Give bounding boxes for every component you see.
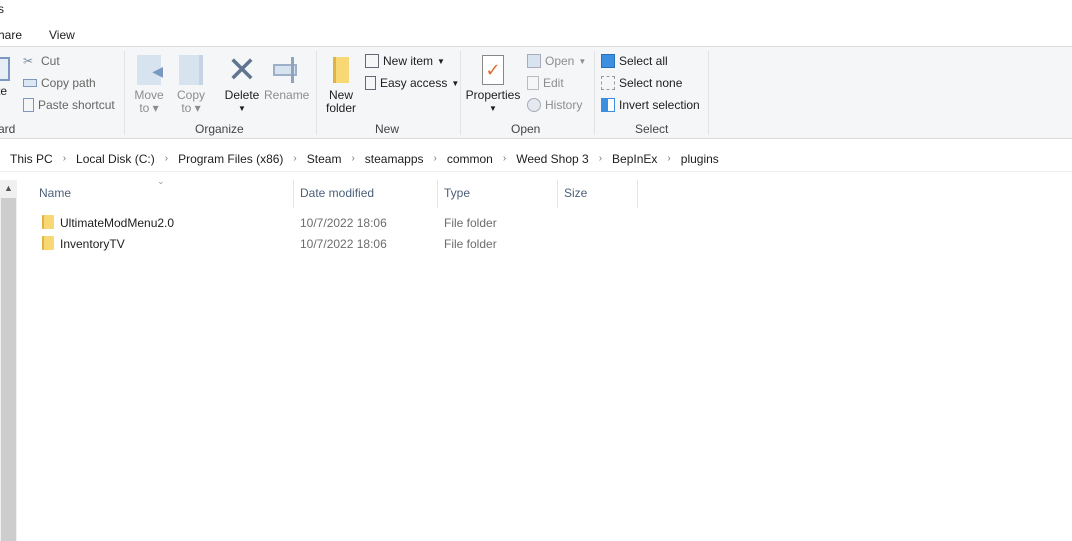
copy-to-label-2: to [181, 101, 192, 115]
select-group-label: Select [635, 122, 669, 136]
column-name[interactable]: Name [39, 186, 71, 200]
file-row[interactable]: UltimateModMenu2.0 10/7/2022 18:06 File … [38, 212, 638, 233]
paste-shortcut-button[interactable]: Paste shortcut [23, 98, 115, 112]
ribbon: te ✂ Cut Copy path Paste shortcut ard ◀ M… [0, 46, 1072, 139]
chevron-right-icon[interactable]: › [157, 153, 176, 164]
chevron-right-icon[interactable]: › [495, 153, 514, 164]
new-folder-button[interactable]: New folder [322, 57, 360, 115]
select-all-button[interactable]: Select all [601, 54, 668, 68]
invert-selection-label: Invert selection [619, 98, 700, 112]
chevron-right-icon[interactable]: › [55, 153, 74, 164]
move-to-label-2: to [139, 101, 150, 115]
history-button[interactable]: History [527, 98, 582, 112]
folder-icon [333, 57, 349, 83]
scrollbar-thumb[interactable] [1, 198, 16, 541]
copy-to-icon [179, 55, 203, 85]
clipboard-icon [0, 57, 10, 81]
easy-access-button[interactable]: Easy access ▼ [365, 76, 459, 90]
crumb-local-disk[interactable]: Local Disk (C:) [74, 152, 157, 166]
tab-share[interactable]: hare [0, 28, 22, 42]
crumb-plugins[interactable]: plugins [679, 152, 721, 166]
open-label: Open [545, 54, 575, 68]
tab-view[interactable]: View [49, 28, 75, 42]
open-group-label: Open [511, 122, 541, 136]
chevron-right-icon[interactable]: › [426, 153, 445, 164]
scissors-icon: ✂ [23, 54, 34, 68]
new-group-label: New [375, 122, 400, 136]
column-date-modified[interactable]: Date modified [300, 186, 374, 200]
crumb-steam[interactable]: Steam [305, 152, 344, 166]
column-type[interactable]: Type [444, 186, 470, 200]
crumb-program-files[interactable]: Program Files (x86) [176, 152, 285, 166]
crumb-weed-shop-3[interactable]: Weed Shop 3 [514, 152, 591, 166]
scroll-up-icon[interactable]: ▲ [4, 183, 13, 193]
open-icon [527, 54, 541, 68]
properties-label: Properties [465, 88, 521, 102]
chevron-right-icon[interactable]: › [285, 153, 304, 164]
invert-selection-button[interactable]: Invert selection [601, 98, 700, 112]
vertical-scrollbar[interactable]: ▲ [0, 180, 17, 541]
select-none-icon [601, 76, 615, 90]
rename-button[interactable]: Rename [264, 55, 310, 102]
copy-to-button[interactable]: Copy to ▾ [175, 55, 207, 115]
copy-path-label: Copy path [41, 76, 96, 90]
paste-shortcut-icon [23, 98, 34, 112]
edit-label: Edit [543, 76, 564, 90]
file-type: File folder [444, 216, 497, 230]
cut-button[interactable]: ✂ Cut [23, 54, 60, 68]
select-none-button[interactable]: Select none [601, 76, 682, 90]
history-label: History [545, 98, 583, 112]
crumb-bepinex[interactable]: BepInEx [610, 152, 659, 166]
paste-label: te [0, 84, 7, 98]
file-type: File folder [444, 237, 497, 251]
open-button[interactable]: Open ▼ [527, 54, 586, 68]
folder-icon [42, 236, 54, 250]
organize-group-label: Organize [195, 122, 244, 136]
crumb-steamapps[interactable]: steamapps [363, 152, 426, 166]
file-name: UltimateModMenu2.0 [60, 216, 175, 230]
chevron-right-icon[interactable]: › [659, 153, 678, 164]
delete-x-icon: ✕ [226, 49, 258, 90]
folder-icon [42, 215, 54, 229]
copy-path-button[interactable]: Copy path [23, 76, 96, 90]
easy-access-label: Easy access [380, 76, 448, 90]
crumb-this-pc[interactable]: This PC [8, 152, 55, 166]
window-title: s [0, 2, 4, 16]
sort-chevron-icon: ⌄ [157, 176, 165, 186]
crumb-common[interactable]: common [445, 152, 495, 166]
properties-button[interactable]: ✓ Properties ▼ [465, 55, 521, 115]
file-row[interactable]: InventoryTV 10/7/2022 18:06 File folder [38, 233, 638, 254]
new-item-icon [365, 54, 379, 68]
move-to-button[interactable]: ◀ Move to ▾ [133, 55, 165, 115]
new-folder-label-2: folder [325, 101, 357, 115]
delete-button[interactable]: ✕ Delete ▼ [222, 49, 262, 115]
file-name: InventoryTV [60, 237, 125, 251]
chevron-right-icon[interactable]: › [343, 153, 362, 164]
edit-icon [527, 76, 539, 90]
invert-selection-icon [601, 98, 615, 112]
history-icon [527, 98, 541, 112]
rename-icon [271, 55, 301, 85]
properties-check-icon: ✓ [482, 55, 504, 85]
move-to-icon: ◀ [137, 55, 163, 85]
column-size[interactable]: Size [564, 186, 587, 200]
new-item-label: New item [383, 54, 434, 68]
copy-path-icon [23, 79, 37, 87]
easy-access-icon [365, 76, 376, 90]
cut-label: Cut [41, 54, 60, 68]
select-none-label: Select none [619, 76, 683, 90]
chevron-right-icon[interactable]: › [591, 153, 610, 164]
clipboard-group-label: ard [0, 122, 16, 136]
file-date: 10/7/2022 18:06 [300, 237, 387, 251]
paste-button[interactable]: te [0, 57, 12, 98]
edit-button[interactable]: Edit [527, 76, 564, 90]
paste-shortcut-label: Paste shortcut [38, 98, 115, 112]
rename-label: Rename [264, 88, 310, 102]
breadcrumb[interactable]: This PC › Local Disk (C:) › Program Files … [0, 146, 1072, 172]
select-all-label: Select all [619, 54, 668, 68]
delete-label: Delete [224, 88, 260, 102]
new-item-button[interactable]: New item ▼ [365, 54, 445, 68]
file-date: 10/7/2022 18:06 [300, 216, 387, 230]
select-all-icon [601, 54, 615, 68]
